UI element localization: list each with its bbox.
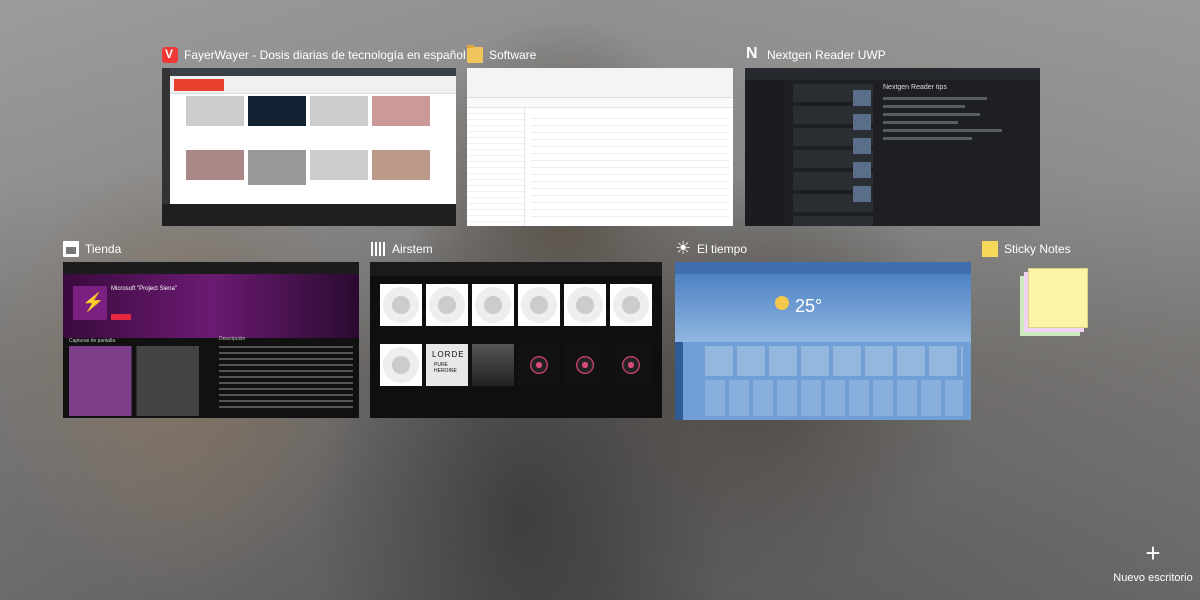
task-view-window-sticky-notes[interactable]: Sticky Notes [982,238,1102,338]
nextgen-heading: Nextgen Reader tips [883,84,947,91]
window-title: Nextgen Reader UWP [767,48,886,62]
window-thumbnail[interactable]: Nextgen Reader tips [745,68,1040,226]
window-title: Airstem [392,242,433,256]
vivaldi-icon [162,47,178,63]
window-header: Software [467,44,536,66]
window-title: FayerWayer - Dosis diarias de tecnología… [184,48,482,62]
window-thumbnail[interactable]: 25° [675,262,971,420]
sticky-notes-thumbnail[interactable] [1020,268,1100,340]
fayerwayer-logo [174,79,224,91]
lightning-icon [73,286,107,320]
window-header: Tienda [63,238,121,260]
sun-icon [675,238,691,259]
new-desktop-button[interactable]: + Nuevo escritorio [1110,540,1196,590]
weather-sun-icon [775,296,789,310]
task-view-window-tienda[interactable]: Tienda Microsoft "Project Siena" Captura… [63,238,359,418]
weather-temperature: 25° [795,296,823,316]
store-section-label: Capturas de pantalla [69,338,116,344]
window-thumbnail[interactable] [162,68,456,226]
window-header: Nextgen Reader UWP [745,44,886,66]
window-title: Tienda [85,242,122,256]
window-title: Software [489,48,537,62]
task-view-window-fayerwayer[interactable]: FayerWayer - Dosis diarias de tecnología… [162,44,481,226]
new-desktop-label: Nuevo escritorio [1113,572,1193,584]
plus-icon: + [1145,538,1161,568]
window-header: FayerWayer - Dosis diarias de tecnología… [162,44,481,66]
window-title: El tiempo [697,242,748,256]
window-thumbnail[interactable]: Microsoft "Project Siena" Capturas de pa… [63,262,359,418]
window-title: Sticky Notes [1004,242,1071,256]
store-description-label: Descripción [219,336,246,342]
nextgen-icon [745,45,761,63]
task-view-window-airstem[interactable]: Airstem LORDE PURE HEROINE [370,238,662,418]
window-thumbnail[interactable] [467,68,733,226]
task-view-window-nextgen[interactable]: Nextgen Reader UWP Nextgen Reader tips [745,44,1040,226]
task-view-window-explorer[interactable]: Software [467,44,733,226]
album-subtitle: PURE HEROINE [434,362,457,374]
store-app-title: Microsoft "Project Siena" [111,286,177,292]
store-icon [63,241,79,257]
sticky-notes-icon [982,241,998,257]
window-header: El tiempo [675,238,747,260]
task-view-window-tiempo[interactable]: El tiempo 25° [675,238,971,420]
window-header: Airstem [370,238,433,260]
album-title: LORDE [432,350,465,359]
window-thumbnail[interactable]: LORDE PURE HEROINE [370,262,662,418]
folder-icon [467,45,483,63]
airstem-icon [370,241,386,257]
window-header: Sticky Notes [982,238,1071,260]
